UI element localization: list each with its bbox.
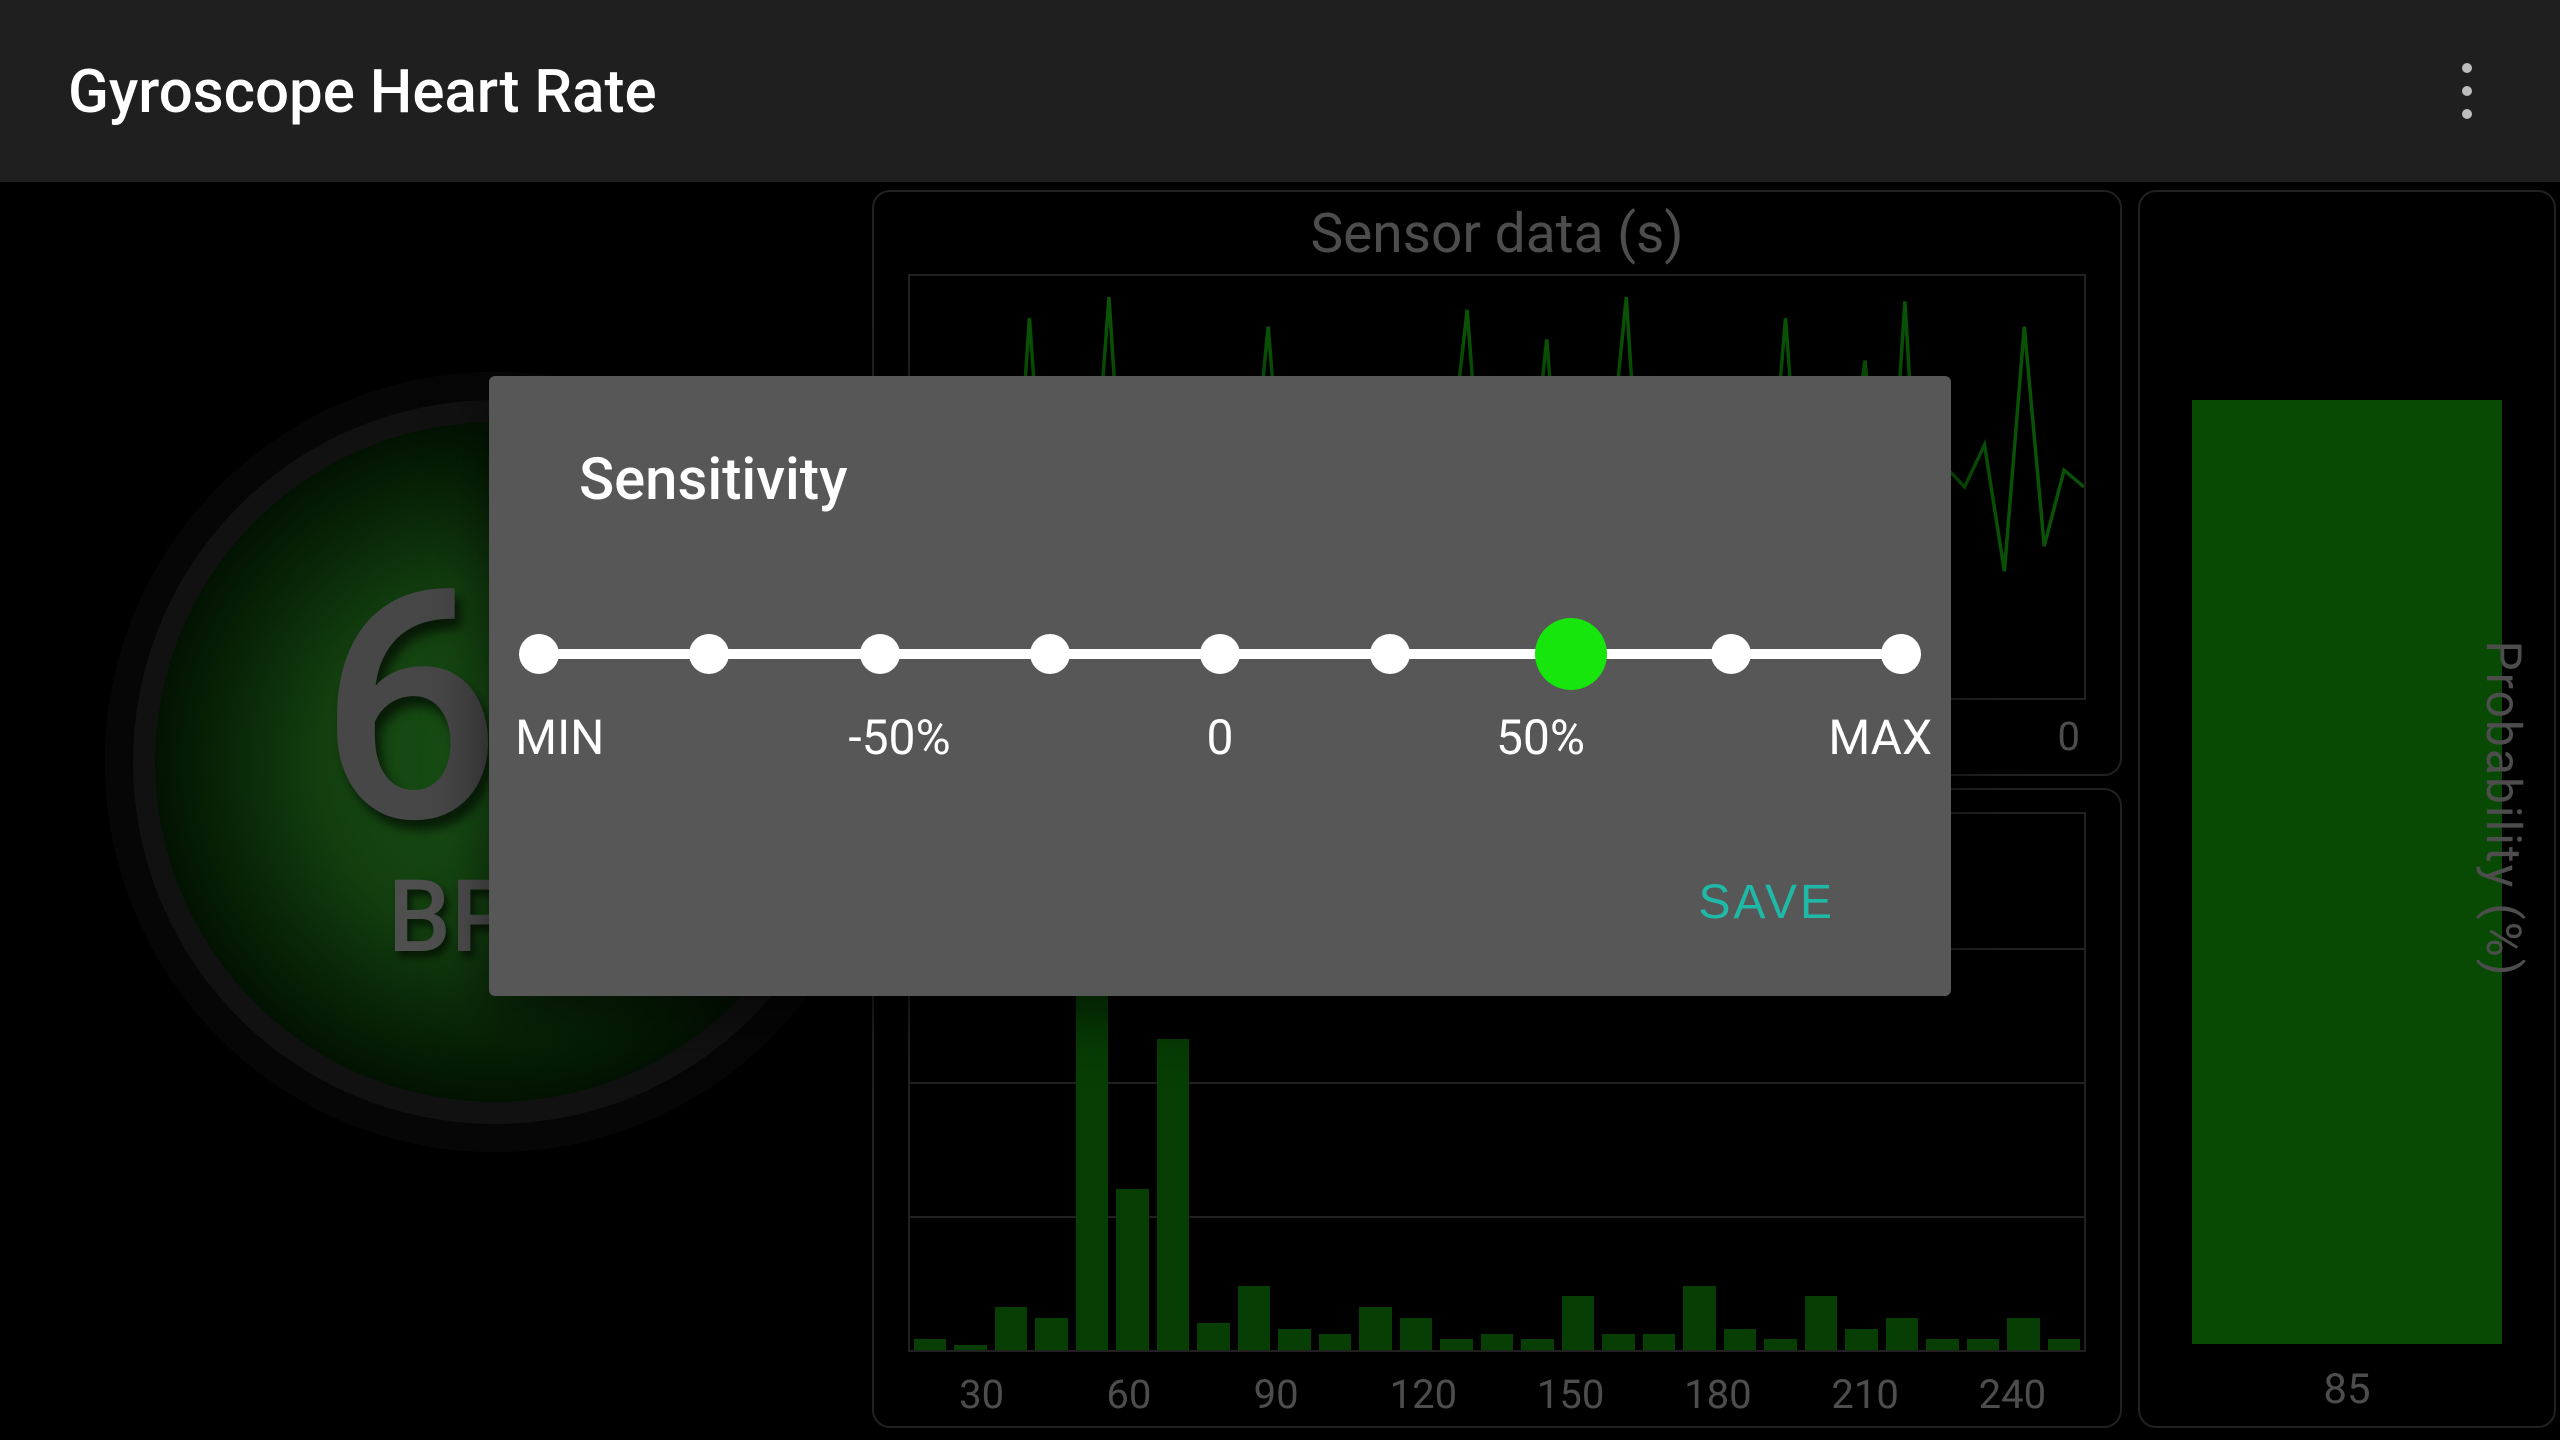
slider-label-max: MAX <box>1828 709 1932 766</box>
slider-tick[interactable] <box>860 634 900 674</box>
slider-tick[interactable] <box>689 634 729 674</box>
sensitivity-dialog: Sensitivity MIN -50% 0 50% MAX SAVE <box>489 376 1951 996</box>
slider-label-min: MIN <box>515 709 604 766</box>
slider-tick[interactable] <box>1711 634 1751 674</box>
slider-ticks <box>519 629 1921 679</box>
slider-label-pos50: 50% <box>1496 709 1585 766</box>
save-button[interactable]: SAVE <box>1671 859 1864 946</box>
slider-tick[interactable] <box>1030 634 1070 674</box>
dialog-title: Sensitivity <box>579 446 1861 514</box>
slider-tick[interactable] <box>1370 634 1410 674</box>
slider-thumb[interactable] <box>1535 618 1607 690</box>
sensitivity-slider[interactable] <box>579 629 1861 679</box>
overflow-menu-icon[interactable] <box>2442 43 2492 139</box>
dialog-actions: SAVE <box>1671 859 1864 946</box>
slider-tick[interactable] <box>1881 634 1921 674</box>
slider-label-neg50: -50% <box>848 709 950 766</box>
slider-labels: MIN -50% 0 50% MAX <box>579 709 1861 769</box>
slider-tick[interactable] <box>1200 634 1240 674</box>
app-header: Gyroscope Heart Rate <box>0 0 2560 182</box>
slider-label-zero: 0 <box>1207 709 1234 766</box>
app-title: Gyroscope Heart Rate <box>68 56 657 127</box>
slider-tick[interactable] <box>519 634 559 674</box>
